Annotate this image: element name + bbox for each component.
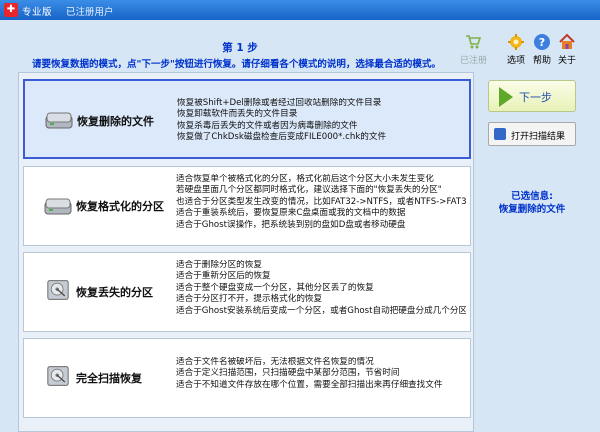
next-step-button[interactable]: 下一步 [488, 80, 576, 112]
cart-icon [464, 33, 482, 51]
about-label: 关于 [557, 56, 576, 66]
mode-desc-line: 适合于删除分区的恢复 [176, 260, 262, 270]
mode-desc-line: 适合于文件名被破坏后，无法根据文件名恢复的情况 [176, 357, 374, 367]
window-title: 专业版 [22, 7, 53, 18]
mode-full-scan[interactable]: 完全扫描恢复 适合于文件名被破坏后，无法根据文件名恢复的情况 适合于定义扫描范围… [23, 338, 471, 418]
mode-desc-line: 适合于定义扫描范围，只扫描硬盘中某部分范围，节省时间 [176, 368, 400, 379]
mode-desc-line: 恢复做了ChkDsk磁盘检查后变成FILE000*.chk的文件 [177, 132, 387, 143]
open-scan-results-button[interactable]: 打开扫描结果 [488, 122, 576, 146]
mode-description: 恢复被Shift+Del删除或者经过回收站删除的文件目录 恢复卸载软件而丢失的文… [177, 98, 467, 144]
mode-desc-line: 适合于重装系统后，要恢复原来C盘桌面或我的文档中的数据 [176, 208, 406, 219]
mode-desc-line: 适合于重新分区后的恢复 [176, 271, 271, 282]
open-scan-results-label: 打开扫描结果 [511, 132, 566, 142]
mode-description: 适合于删除分区的恢复 适合于重新分区后的恢复 适合于整个硬盘变成一个分区，其他分… [176, 260, 466, 317]
registered-button[interactable]: 已注册 [460, 33, 488, 66]
mode-recover-formatted[interactable]: 恢复格式化的分区 适合恢复单个被格式化的分区，格式化前后这个分区大小未发生变化 … [23, 166, 471, 246]
mode-desc-line: 恢复被Shift+Del删除或者经过回收站删除的文件目录 [177, 98, 382, 108]
hard-disk-open-icon [47, 366, 69, 386]
mode-desc-line: 适合于不知道文件存放在哪个位置，需要全部扫描出来再仔细查找文件 [176, 379, 443, 390]
app-logo-icon: ✚ [4, 3, 18, 17]
window-subtitle: 已注册用户 [66, 7, 114, 18]
mode-desc-line: 也适合于分区类型发生改变的情况，比如FAT32->NTFS，或者NTFS->FA… [176, 196, 466, 207]
title-bar: ✚ 专业版 已注册用户 [0, 0, 600, 20]
mode-list: 恢复删除的文件 恢复被Shift+Del删除或者经过回收站删除的文件目录 恢复卸… [18, 72, 474, 432]
home-icon [558, 33, 576, 51]
selection-value: 恢复删除的文件 [498, 204, 566, 215]
mode-recover-deleted[interactable]: 恢复删除的文件 恢复被Shift+Del删除或者经过回收站删除的文件目录 恢复卸… [23, 79, 471, 159]
mode-name: 完全扫描恢复 [76, 372, 142, 385]
mode-description: 适合恢复单个被格式化的分区，格式化前后这个分区大小未发生变化 若硬盘里面几个分区… [176, 174, 466, 231]
folder-open-icon [494, 128, 506, 140]
mode-name: 恢复格式化的分区 [76, 200, 164, 213]
mode-desc-line: 适合恢复单个被格式化的分区，格式化前后这个分区大小未发生变化 [176, 174, 434, 184]
hard-disk-open-icon [47, 280, 69, 300]
mode-name: 恢复删除的文件 [77, 115, 154, 128]
mode-desc-line: 若硬盘里面几个分区都同时格式化，建议选择下面的"恢复丢失的分区" [176, 185, 442, 196]
mode-desc-line: 适合于整个硬盘变成一个分区，其他分区丢了的恢复 [176, 282, 374, 293]
mode-desc-line: 适合于Ghost安装系统后变成一个分区，或者Ghost自动把硬盘分成几个分区 [176, 305, 466, 316]
mode-recover-lost-partition[interactable]: 恢复丢失的分区 适合于删除分区的恢复 适合于重新分区后的恢复 适合于整个硬盘变成… [23, 252, 471, 332]
options-label: 选项 [506, 56, 525, 66]
about-button[interactable]: 关于 [554, 33, 580, 66]
hard-disk-icon [45, 112, 73, 129]
mode-name: 恢复丢失的分区 [76, 286, 153, 299]
mode-desc-line: 适合于分区打不开，提示格式化的恢复 [176, 294, 323, 305]
gear-icon [507, 33, 525, 51]
help-button[interactable]: ? 帮助 [529, 33, 555, 66]
mode-desc-line: 适合于Ghost误操作，把系统装到别的盘如D盘或者移动硬盘 [176, 219, 406, 230]
svg-text:?: ? [539, 36, 545, 49]
help-icon: ? [533, 33, 551, 51]
registered-label: 已注册 [460, 56, 488, 66]
mode-description: 适合于文件名被破坏后，无法根据文件名恢复的情况 适合于定义扫描范围，只扫描硬盘中… [176, 357, 466, 391]
mode-desc-line: 恢复卸载软件而丢失的文件目录 [177, 109, 298, 120]
arrow-right-icon [499, 87, 513, 107]
selection-title: 已选信息: [511, 191, 553, 202]
toolbar: 已注册 选项 ? 帮助 关于 [0, 33, 600, 66]
options-button[interactable]: 选项 [503, 33, 529, 66]
next-step-label: 下一步 [519, 91, 552, 104]
mode-desc-line: 恢复杀毒后丢失的文件或者因为病毒删除的文件 [177, 120, 358, 131]
hard-disk-icon [44, 198, 72, 215]
help-label: 帮助 [532, 56, 551, 66]
